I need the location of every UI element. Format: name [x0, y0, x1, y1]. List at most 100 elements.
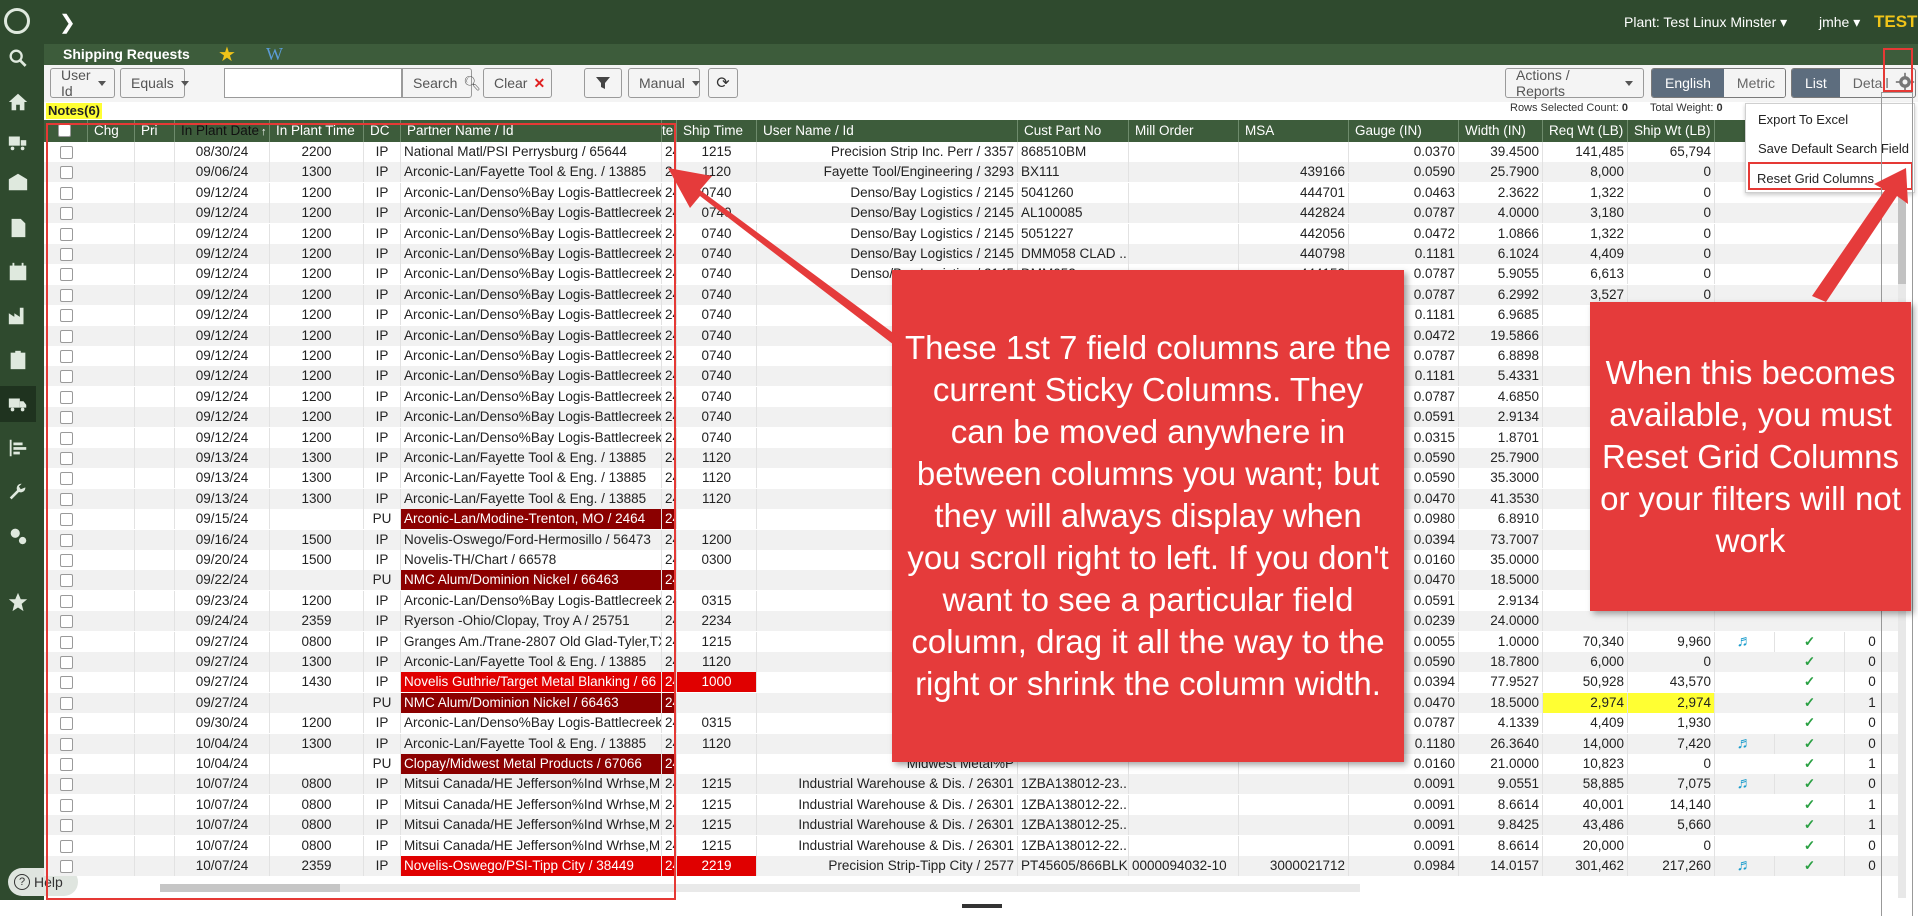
cell-user: Precision Strip Inc. Perr / 3357	[757, 142, 1018, 162]
cell-shipwt: 43,570	[1628, 672, 1715, 693]
report-chart-icon[interactable]	[0, 430, 36, 466]
english-units-button[interactable]: English	[1652, 69, 1724, 97]
cell-req	[1543, 611, 1628, 632]
cell-ship: 0740	[677, 407, 757, 428]
cell-part: 1ZBA138012-22...	[1018, 835, 1129, 856]
calendar-icon[interactable]	[0, 254, 36, 290]
resize-handle[interactable]	[962, 904, 1002, 908]
col-user-name[interactable]: User Name / Id	[757, 120, 1018, 142]
operator-select[interactable]: Equals	[120, 68, 185, 98]
refresh-button[interactable]: ⟳	[708, 68, 738, 98]
cell-width: 2.9134	[1459, 590, 1543, 611]
cell-part: AL100085	[1018, 203, 1129, 224]
cell-user: Fayette Tool/Engineering / 3293	[757, 162, 1018, 183]
col-width[interactable]: Width (IN)	[1459, 120, 1543, 142]
metric-units-button[interactable]: Metric	[1723, 69, 1785, 97]
cell-req: 58,885	[1543, 774, 1628, 795]
cell-shipwt: 7,075	[1628, 774, 1715, 795]
menu-export-excel[interactable]: Export To Excel	[1758, 112, 1848, 127]
col-req-wt[interactable]: Req Wt (LB)	[1543, 120, 1628, 142]
truck-loading-icon[interactable]	[0, 124, 36, 160]
music-note-icon[interactable]: ♬	[1715, 774, 1775, 795]
wikipedia-icon[interactable]: W	[266, 44, 283, 65]
col-gauge[interactable]: Gauge (IN)	[1349, 120, 1459, 142]
cell-shipwt: 7,420	[1628, 733, 1715, 754]
favorites-star-icon[interactable]	[0, 584, 36, 620]
cell-req: 1,322	[1543, 182, 1628, 203]
actions-reports-menu[interactable]: Actions / Reports	[1505, 67, 1644, 99]
settings-gears-icon[interactable]	[0, 518, 36, 554]
music-note-icon[interactable]: ♬	[1715, 631, 1775, 652]
search-input[interactable]	[224, 68, 402, 98]
cell-gauge: 0.0787	[1349, 203, 1459, 224]
cell-gauge: 0.0091	[1349, 774, 1459, 795]
col-ship-time[interactable]: Ship Time	[677, 120, 757, 142]
cell-part: BX111	[1018, 162, 1129, 183]
cell-ship: 1215	[677, 815, 757, 836]
shipping-truck-icon[interactable]	[0, 386, 36, 422]
user-menu[interactable]: jmhe ▾	[1819, 14, 1860, 31]
col-ship-wt[interactable]: Ship Wt (LB)	[1628, 120, 1715, 142]
cell-width: 18.5000	[1459, 692, 1543, 713]
clipboard-check-icon[interactable]	[0, 342, 36, 378]
tab-bar: Shipping Requests ★ W	[44, 42, 1918, 67]
cell-ship: 1120	[677, 468, 757, 489]
filter-button[interactable]	[584, 68, 622, 98]
music-note-icon[interactable]: ♬	[1715, 733, 1775, 754]
cell-req: 4,409	[1543, 713, 1628, 734]
cell-width: 6.8898	[1459, 346, 1543, 366]
wrench-icon[interactable]	[0, 474, 36, 510]
cell-shipwt: 0	[1628, 203, 1715, 224]
cell-req: 141,485	[1543, 142, 1628, 162]
cell-ship: 0740	[677, 264, 757, 285]
cell-ship: 2234	[677, 611, 757, 632]
clear-button[interactable]: Clear ✕	[483, 68, 552, 98]
sidebar	[0, 0, 44, 916]
home-icon[interactable]	[0, 84, 36, 120]
plant-selector[interactable]: Plant: Test Linux Minster ▾	[1624, 14, 1787, 31]
list-view-button[interactable]: List	[1792, 69, 1840, 97]
sticky-columns-callout: These 1st 7 field columns are the curren…	[892, 270, 1404, 762]
cell-gauge: 0.0091	[1349, 794, 1459, 815]
cell-width: 18.7800	[1459, 652, 1543, 672]
cell-part: DMM058 CLAD ...	[1018, 244, 1129, 264]
top-bar: ❯ Plant: Test Linux Minster ▾ jmhe ▾ TES…	[44, 0, 1918, 44]
cell-ship: 0740	[677, 305, 757, 326]
reset-columns-callout: When this becomes available, you must Re…	[1590, 302, 1911, 611]
total-weight-value: 0	[1716, 102, 1723, 114]
cell-width: 24.0000	[1459, 611, 1543, 632]
notes-indicator[interactable]: Notes(6)	[46, 103, 103, 119]
col-msa[interactable]: MSA	[1239, 120, 1349, 142]
col-mill-order[interactable]: Mill Order	[1129, 120, 1239, 142]
cell-ship: 0300	[677, 550, 757, 570]
star-icon[interactable]: ★	[218, 42, 236, 67]
document-icon[interactable]	[0, 210, 36, 246]
music-note-icon[interactable]: ♬	[1715, 856, 1775, 876]
cell-shipwt: 0	[1628, 244, 1715, 264]
check-icon: ✓	[1775, 631, 1845, 652]
rows-selected-count: Rows Selected Count: 0	[1510, 102, 1628, 114]
cell-req: 1,322	[1543, 223, 1628, 244]
cell-width: 5.9055	[1459, 264, 1543, 285]
cell-mill	[1129, 815, 1239, 836]
cell-width: 19.5866	[1459, 325, 1543, 346]
col-cust-part[interactable]: Cust Part No	[1018, 120, 1129, 142]
expand-chevron-icon[interactable]: ❯	[59, 10, 76, 35]
cell-shipwt: 65,794	[1628, 142, 1715, 162]
search-button[interactable]: Search 🔍︎	[402, 68, 481, 98]
warehouse-icon[interactable]	[0, 164, 36, 200]
cell-msa	[1239, 142, 1349, 162]
check-icon: ✓	[1775, 713, 1845, 734]
mode-select[interactable]: Manual	[628, 68, 700, 98]
check-icon: ✓	[1775, 754, 1845, 774]
cell-part: 5051227	[1018, 223, 1129, 244]
cell-msa: 3000021712	[1239, 856, 1349, 876]
search-icon[interactable]	[0, 40, 36, 76]
cell-shipwt: 2,974	[1628, 692, 1715, 713]
cell-mill	[1129, 794, 1239, 815]
factory-icon[interactable]	[0, 298, 36, 334]
cell-width: 1.0000	[1459, 631, 1543, 652]
cell-gauge: 0.0463	[1349, 182, 1459, 203]
field-select[interactable]: User Id	[50, 67, 115, 99]
cell-ship	[677, 570, 757, 591]
